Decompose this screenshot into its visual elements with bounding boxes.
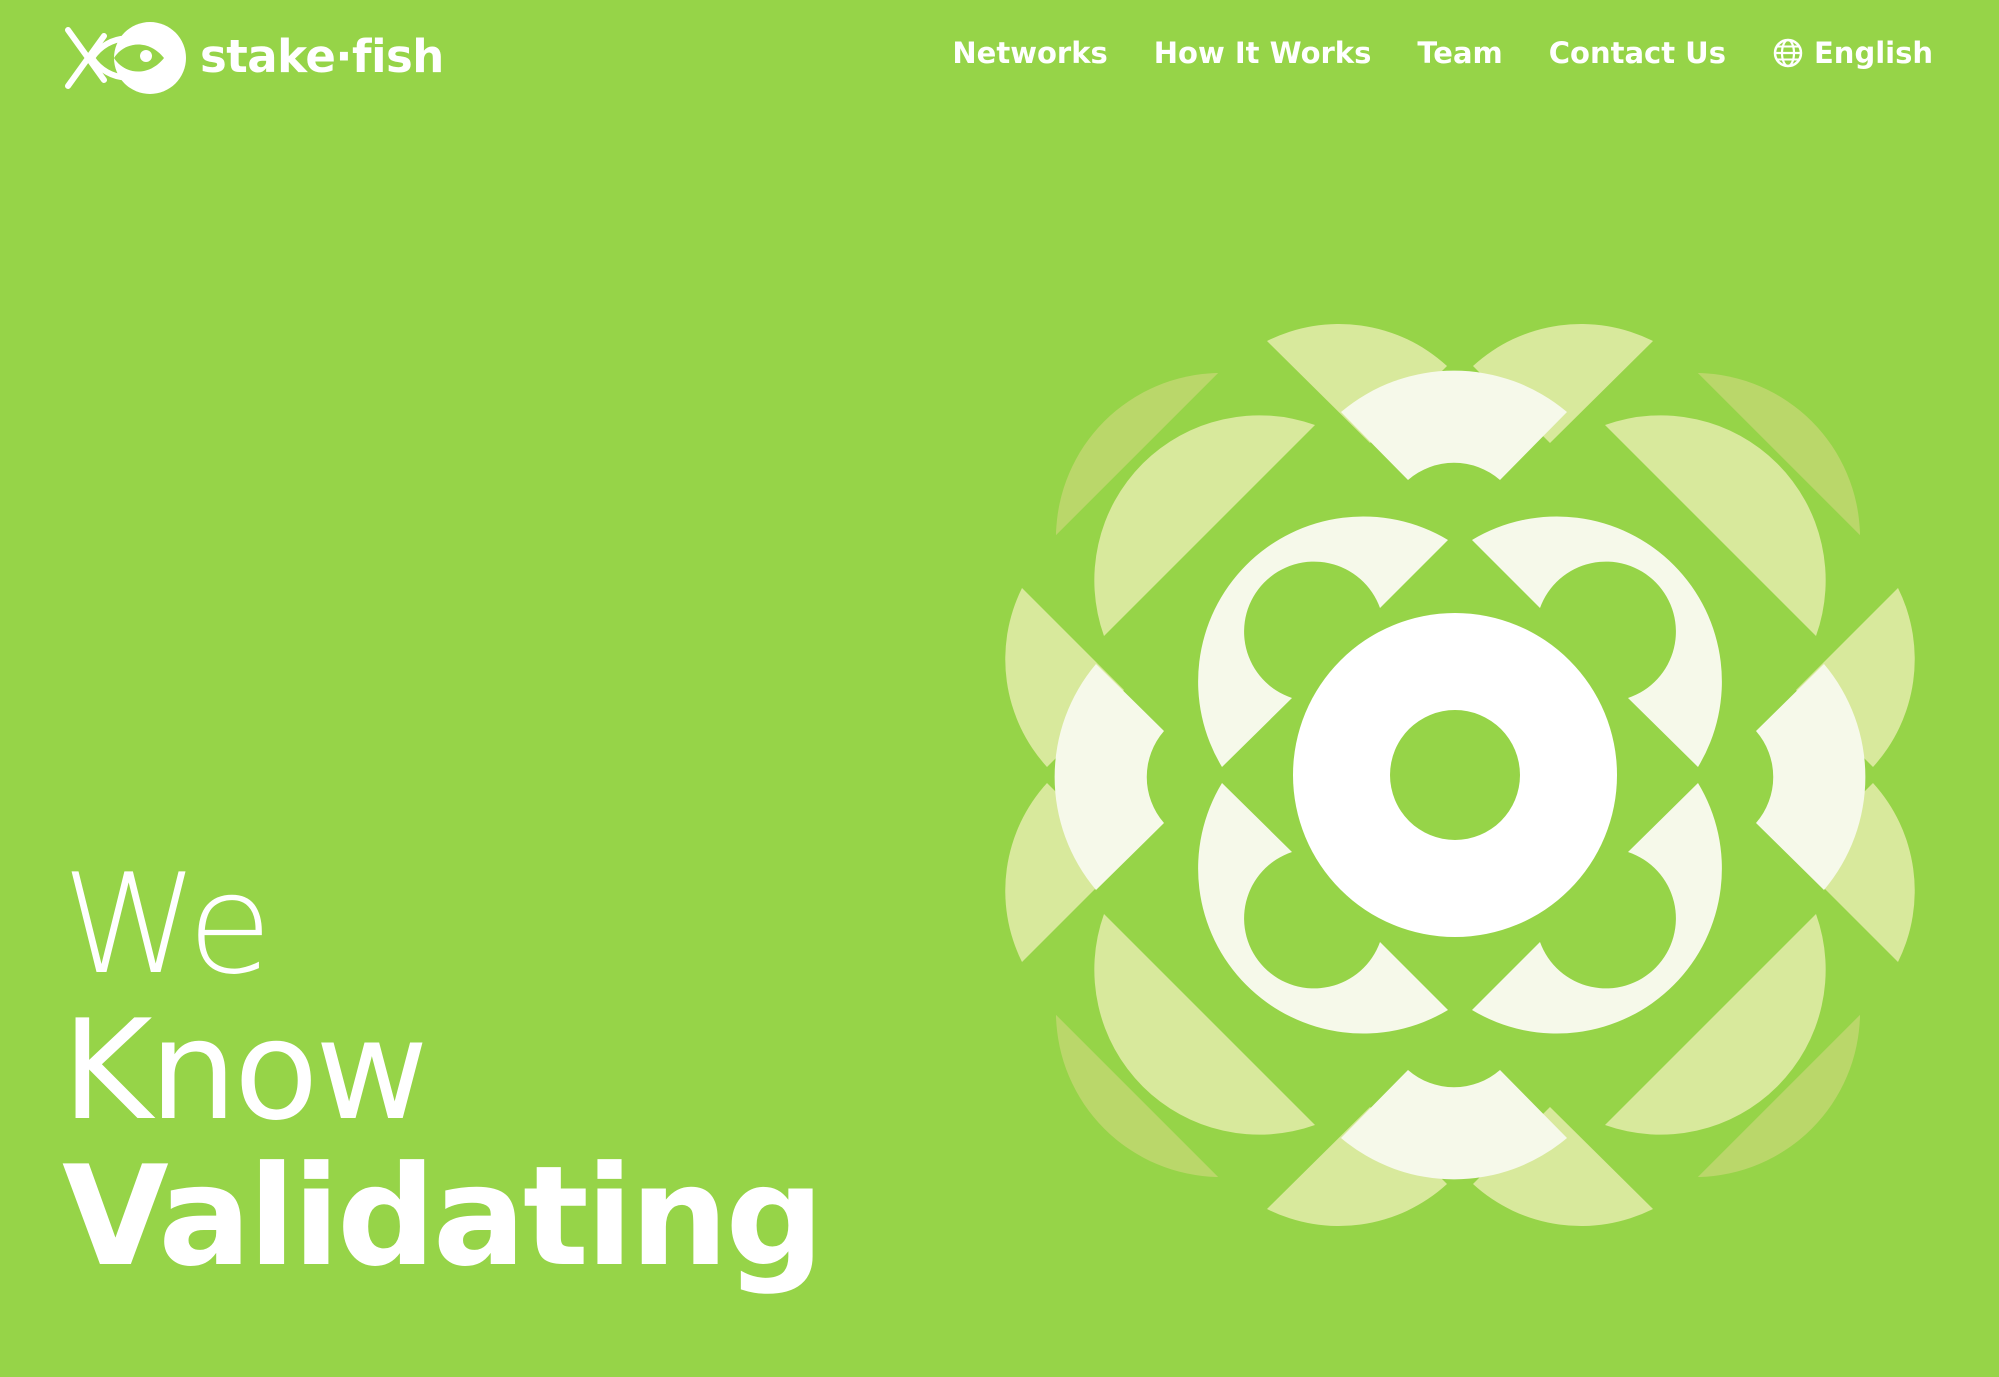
nav-networks[interactable]: Networks: [952, 36, 1107, 70]
language-selector[interactable]: English: [1772, 36, 1933, 70]
globe-icon: [1773, 38, 1803, 68]
hero-line-we: We: [62, 844, 272, 1005]
nav-contact-us[interactable]: Contact Us: [1549, 36, 1726, 70]
hero-headline: We Know Validating: [62, 844, 824, 1297]
nav-how-it-works[interactable]: How It Works: [1154, 36, 1372, 70]
brand-logo[interactable]: stake·fish: [64, 20, 444, 96]
landing-page: stake·fish Networks How It Works Team Co…: [0, 0, 1999, 1377]
brand-name: stake·fish: [200, 29, 444, 83]
hero-line-validating: Validating: [62, 1136, 824, 1297]
flower-mosaic-graphic: [1005, 323, 1915, 1227]
top-nav: Networks How It Works Team Contact Us En…: [952, 30, 1933, 76]
hero-line-know: Know: [62, 990, 428, 1151]
nav-team[interactable]: Team: [1417, 36, 1502, 70]
center-ring: [1293, 613, 1617, 937]
fish-logo-icon: [65, 22, 186, 94]
language-label: English: [1813, 36, 1933, 70]
